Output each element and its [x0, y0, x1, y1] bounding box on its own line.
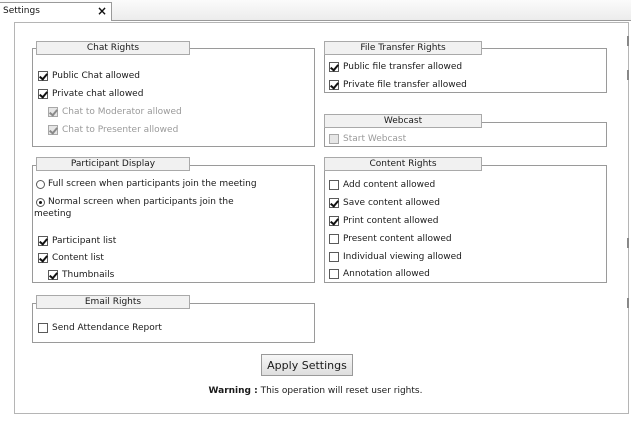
warning-prefix: Warning : — [208, 386, 258, 396]
save-content-label: Save content allowed — [343, 198, 440, 208]
start-webcast-label: Start Webcast — [343, 134, 407, 144]
public-chat-label: Public Chat allowed — [52, 71, 141, 81]
start-webcast-option: Start Webcast — [329, 132, 406, 146]
annotation-label: Annotation allowed — [343, 269, 430, 279]
content-list-label: Content list — [52, 253, 104, 263]
normal-screen-label-continued: meeting — [34, 209, 72, 219]
chat-to-moderator-label: Chat to Moderator allowed — [62, 107, 182, 117]
close-icon[interactable]: × — [97, 4, 107, 18]
full-screen-label: Full screen when participants join the m… — [48, 179, 257, 189]
normal-screen-label: Normal screen when participants join the — [48, 197, 234, 207]
private-chat-label: Private chat allowed — [52, 89, 144, 99]
normal-screen-radio[interactable] — [36, 197, 45, 207]
thumbnails-option[interactable]: Thumbnails — [48, 268, 114, 282]
participant-display-title: Participant Display — [36, 157, 190, 171]
private-chat-option[interactable]: Private chat allowed — [38, 87, 143, 101]
participant-list-checkbox[interactable] — [38, 236, 48, 246]
individual-viewing-option[interactable]: Individual viewing allowed — [329, 250, 462, 264]
scroll-edge-mark — [627, 298, 629, 308]
scroll-edge-mark — [627, 36, 629, 46]
participant-list-option[interactable]: Participant list — [38, 234, 116, 248]
content-rights-title: Content Rights — [324, 157, 482, 171]
full-screen-option[interactable]: Full screen when participants join the m… — [36, 177, 257, 191]
tab-settings-label: Settings — [3, 6, 40, 16]
content-list-option[interactable]: Content list — [38, 251, 104, 265]
public-transfer-checkbox[interactable] — [329, 62, 339, 72]
send-attendance-label: Send Attendance Report — [52, 323, 162, 333]
warning-message: Warning : This operation will reset user… — [0, 386, 631, 396]
annotation-checkbox[interactable] — [329, 269, 339, 279]
private-chat-checkbox[interactable] — [38, 89, 48, 99]
add-content-label: Add content allowed — [343, 180, 436, 190]
send-attendance-checkbox[interactable] — [38, 323, 48, 333]
file-transfer-rights-title: File Transfer Rights — [324, 41, 482, 55]
normal-screen-option[interactable]: Normal screen when participants join the — [36, 195, 234, 209]
add-content-option[interactable]: Add content allowed — [329, 178, 435, 192]
individual-viewing-label: Individual viewing allowed — [343, 252, 462, 262]
participant-list-label: Participant list — [52, 236, 117, 246]
chat-to-presenter-option: Chat to Presenter allowed — [48, 123, 178, 137]
add-content-checkbox[interactable] — [329, 180, 339, 190]
public-chat-option[interactable]: Public Chat allowed — [38, 69, 140, 83]
print-content-label: Print content allowed — [343, 216, 439, 226]
present-content-option[interactable]: Present content allowed — [329, 232, 452, 246]
chat-to-moderator-checkbox — [48, 107, 58, 117]
start-webcast-checkbox — [329, 134, 339, 144]
public-chat-checkbox[interactable] — [38, 71, 48, 81]
scroll-edge-mark — [627, 70, 629, 80]
public-transfer-option[interactable]: Public file transfer allowed — [329, 60, 462, 74]
private-transfer-option[interactable]: Private file transfer allowed — [329, 78, 467, 92]
chat-to-presenter-checkbox — [48, 125, 58, 135]
present-content-checkbox[interactable] — [329, 234, 339, 244]
print-content-checkbox[interactable] — [329, 216, 339, 226]
scroll-edge-mark — [627, 238, 629, 248]
full-screen-radio[interactable] — [36, 179, 45, 189]
individual-viewing-checkbox[interactable] — [329, 252, 339, 262]
webcast-title: Webcast — [324, 114, 482, 128]
save-content-checkbox[interactable] — [329, 198, 339, 208]
save-content-option[interactable]: Save content allowed — [329, 196, 440, 210]
print-content-option[interactable]: Print content allowed — [329, 214, 439, 228]
present-content-label: Present content allowed — [343, 234, 452, 244]
tab-settings[interactable]: Settings × — [0, 2, 112, 21]
thumbnails-label: Thumbnails — [62, 270, 115, 280]
annotation-option[interactable]: Annotation allowed — [329, 267, 430, 281]
content-list-checkbox[interactable] — [38, 253, 48, 263]
tab-strip: Settings × — [0, 0, 631, 21]
chat-to-moderator-option: Chat to Moderator allowed — [48, 105, 182, 119]
send-attendance-option[interactable]: Send Attendance Report — [38, 321, 162, 335]
chat-rights-title: Chat Rights — [36, 41, 190, 55]
public-transfer-label: Public file transfer allowed — [343, 62, 463, 72]
email-rights-title: Email Rights — [36, 295, 190, 309]
private-transfer-label: Private file transfer allowed — [343, 80, 467, 90]
apply-settings-button[interactable]: Apply Settings — [261, 354, 353, 376]
private-transfer-checkbox[interactable] — [329, 80, 339, 90]
warning-text: This operation will reset user rights. — [257, 386, 423, 396]
chat-to-presenter-label: Chat to Presenter allowed — [62, 125, 179, 135]
thumbnails-checkbox[interactable] — [48, 270, 58, 280]
